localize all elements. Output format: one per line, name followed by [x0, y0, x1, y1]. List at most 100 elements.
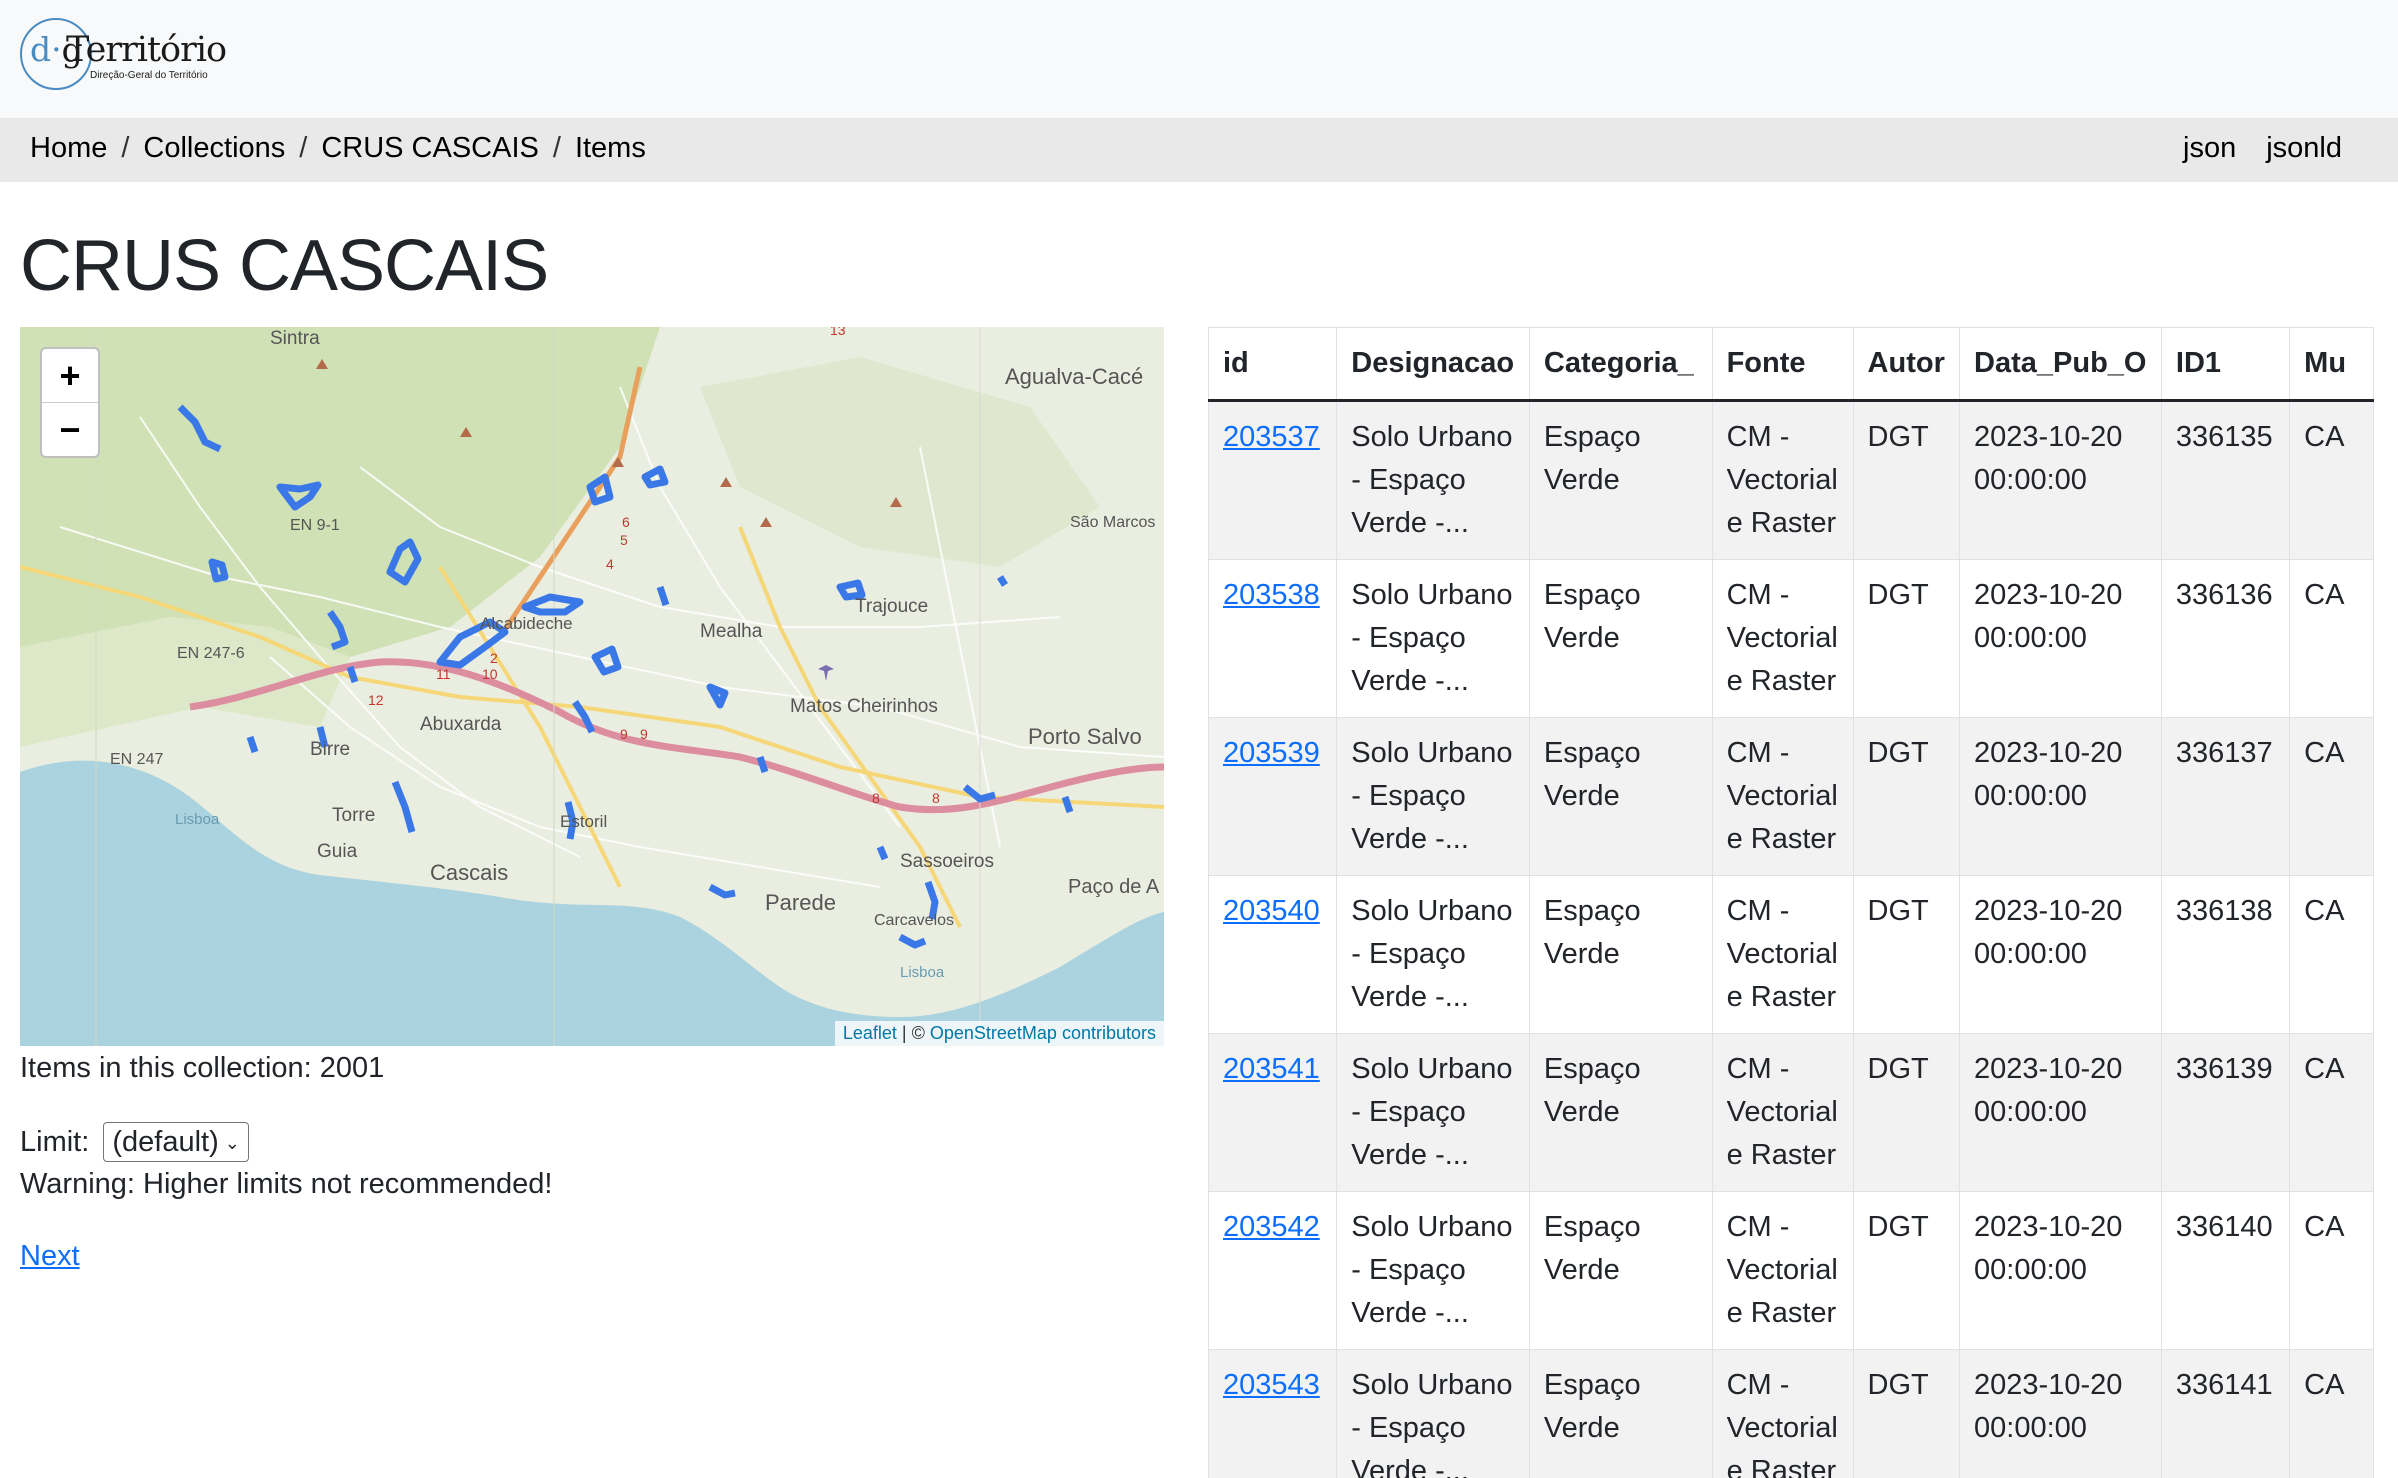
logo-name: Território — [66, 30, 227, 70]
limit-select[interactable]: (default) ⌄ — [103, 1122, 249, 1162]
cell-data-pub: 2023-10-20 00:00:00 — [1959, 400, 2162, 560]
item-id-link[interactable]: 203542 — [1223, 1211, 1320, 1243]
cell-mu: CA — [2289, 1033, 2374, 1192]
cell-data-pub: 2023-10-20 00:00:00 — [1959, 717, 2162, 876]
cell-id: 203539 — [1208, 717, 1338, 876]
map[interactable]: Sintra Agualva-Cacé São Marcos EN 9-1 EN… — [20, 327, 1164, 1046]
table-row: 203543 Solo Urbano - Espaço Verde -... Esp… — [1208, 1349, 2374, 1478]
leaflet-link[interactable]: Leaflet — [843, 1023, 897, 1043]
cell-id1: 336140 — [2160, 1191, 2291, 1350]
zoom-in-button[interactable]: + — [42, 349, 98, 402]
column-header-id[interactable]: id — [1208, 327, 1338, 402]
item-id-link[interactable]: 203543 — [1223, 1369, 1320, 1401]
map-label-estoril: Estoril — [560, 812, 607, 831]
map-tiles: Sintra Agualva-Cacé São Marcos EN 9-1 EN… — [20, 327, 1164, 1046]
page-title: CRUS CASCAIS — [20, 226, 549, 306]
cell-fonte: CM - Vectorial e Raster — [1711, 875, 1854, 1034]
map-label-paco-de-arcos: Paço de A — [1068, 876, 1160, 898]
cell-autor: DGT — [1852, 559, 1961, 718]
table-row: 203540 Solo Urbano - Espaço Verde -... Esp… — [1208, 875, 2374, 1034]
breadcrumb-bar: Home / Collections / CRUS CASCAIS / Items json… — [0, 118, 2398, 182]
column-header-mu[interactable]: Mu — [2289, 327, 2374, 402]
cell-data-pub: 2023-10-20 00:00:00 — [1959, 559, 2162, 718]
cell-id: 203541 — [1208, 1033, 1338, 1192]
column-header-autor[interactable]: Autor — [1852, 327, 1961, 402]
map-label-carcavelos: Carcavelos — [874, 912, 954, 929]
map-label-sao-marcos: São Marcos — [1070, 514, 1155, 531]
map-road-number: 2 — [490, 650, 498, 666]
table-row: 203537 Solo Urbano - Espaço Verde -... Esp… — [1208, 400, 2374, 560]
zoom-control: + − — [40, 347, 100, 458]
map-label-lisboa: Lisboa — [175, 811, 220, 828]
breadcrumb-items[interactable]: Items — [575, 132, 646, 164]
chevron-down-icon: ⌄ — [224, 1133, 240, 1154]
map-label-lisboa: Lisboa — [900, 964, 945, 981]
map-label-matos-cheirinhos: Matos Cheirinhos — [790, 696, 938, 717]
cell-data-pub: 2023-10-20 00:00:00 — [1959, 1033, 2162, 1192]
cell-designacao: Solo Urbano - Espaço Verde -... — [1336, 1033, 1530, 1192]
cell-categoria: Espaço Verde — [1528, 875, 1713, 1034]
column-header-data-pub[interactable]: Data_Pub_O — [1959, 327, 2162, 402]
map-label-en9: EN 9-1 — [290, 517, 340, 534]
cell-autor: DGT — [1852, 1349, 1961, 1478]
cell-designacao: Solo Urbano - Espaço Verde -... — [1336, 559, 1530, 718]
json-link[interactable]: json — [2183, 132, 2236, 164]
column-header-categoria[interactable]: Categoria_ — [1528, 327, 1713, 402]
cell-data-pub: 2023-10-20 00:00:00 — [1959, 875, 2162, 1034]
map-road-number: 8 — [872, 790, 880, 806]
cell-data-pub: 2023-10-20 00:00:00 — [1959, 1191, 2162, 1350]
map-road-number: 11 — [436, 666, 451, 682]
map-road-number: 6 — [622, 514, 630, 530]
cell-mu: CA — [2289, 400, 2374, 560]
breadcrumb-collection[interactable]: CRUS CASCAIS — [321, 132, 539, 164]
map-road-number: 9 — [620, 726, 628, 742]
item-id-link[interactable]: 203538 — [1223, 579, 1320, 611]
cell-id1: 336135 — [2160, 400, 2291, 560]
map-road-number: 9 — [640, 726, 648, 742]
items-table: id Designacao Categoria_ Fonte Autor Dat… — [1208, 327, 2374, 1478]
cell-categoria: Espaço Verde — [1528, 1349, 1713, 1478]
column-header-fonte[interactable]: Fonte — [1711, 327, 1854, 402]
map-label-guia: Guia — [317, 841, 358, 862]
item-id-link[interactable]: 203537 — [1223, 421, 1320, 453]
map-attribution: Leaflet | © OpenStreetMap contributors — [834, 1021, 1164, 1046]
map-label-trajouce: Trajouce — [855, 596, 928, 617]
cell-id1: 336138 — [2160, 875, 2291, 1034]
cell-categoria: Espaço Verde — [1528, 1191, 1713, 1350]
map-label-agualva: Agualva-Cacé — [1005, 364, 1143, 389]
column-header-id1[interactable]: ID1 — [2160, 327, 2291, 402]
breadcrumb-collections[interactable]: Collections — [143, 132, 285, 164]
cell-fonte: CM - Vectorial e Raster — [1711, 1349, 1854, 1478]
item-id-link[interactable]: 203541 — [1223, 1053, 1320, 1085]
cell-designacao: Solo Urbano - Espaço Verde -... — [1336, 875, 1530, 1034]
item-id-link[interactable]: 203539 — [1223, 737, 1320, 769]
cell-designacao: Solo Urbano - Espaço Verde -... — [1336, 717, 1530, 876]
next-link[interactable]: Next — [20, 1240, 80, 1273]
jsonld-link[interactable]: jsonld — [2266, 132, 2342, 164]
map-label-en247: EN 247 — [110, 751, 163, 768]
map-road-number: 12 — [368, 692, 384, 708]
breadcrumb: Home / Collections / CRUS CASCAIS / Items — [30, 132, 646, 165]
cell-id1: 336141 — [2160, 1349, 2291, 1478]
cell-id: 203542 — [1208, 1191, 1338, 1350]
cell-id1: 336136 — [2160, 559, 2291, 718]
limit-selected-value: (default) — [112, 1126, 219, 1158]
breadcrumb-separator: / — [121, 132, 130, 164]
osm-link[interactable]: OpenStreetMap contributors — [930, 1023, 1156, 1043]
dgterritorio-logo[interactable]: d·g Território Direção-Geral do Territór… — [20, 16, 240, 90]
zoom-out-button[interactable]: − — [42, 402, 98, 456]
cell-categoria: Espaço Verde — [1528, 1033, 1713, 1192]
attribution-separator: | © — [896, 1023, 930, 1043]
cell-mu: CA — [2289, 1349, 2374, 1478]
breadcrumb-separator: / — [552, 132, 561, 164]
item-id-link[interactable]: 203540 — [1223, 895, 1320, 927]
breadcrumb-home[interactable]: Home — [30, 132, 107, 164]
cell-data-pub: 2023-10-20 00:00:00 — [1959, 1349, 2162, 1478]
table-row: 203541 Solo Urbano - Espaço Verde -... Esp… — [1208, 1033, 2374, 1192]
cell-id: 203540 — [1208, 875, 1338, 1034]
cell-mu: CA — [2289, 1191, 2374, 1350]
cell-designacao: Solo Urbano - Espaço Verde -... — [1336, 1349, 1530, 1478]
map-label-alcabideche: Alcabideche — [480, 614, 573, 633]
column-header-designacao[interactable]: Designacao — [1336, 327, 1530, 402]
table-header-row: id Designacao Categoria_ Fonte Autor Dat… — [1208, 327, 2374, 402]
